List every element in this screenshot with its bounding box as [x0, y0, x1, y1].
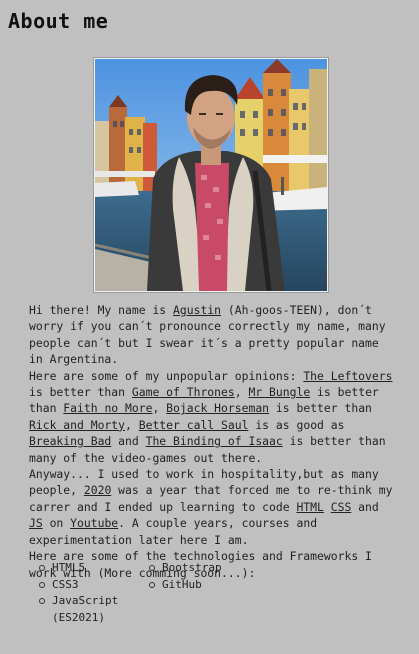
bio-text-segment: Here are some of my unpopular opinions:: [29, 368, 304, 383]
technologies-list: HTML5 CSS3 JavaScript (ES2021) Bootstrap…: [38, 560, 298, 626]
bio-paragraph-career: Anyway... I used to work in hospitality,…: [29, 466, 393, 548]
mr-bungle-link[interactable]: Mr Bungle: [248, 385, 310, 399]
bio-text-segment: is better than: [29, 385, 132, 400]
css-link[interactable]: CSS: [331, 500, 352, 514]
breaking-bad-link[interactable]: Breaking Bad: [29, 434, 111, 448]
youtube-link[interactable]: Youtube: [70, 516, 118, 530]
bio-paragraph-opinions: Here are some of my unpopular opinions: …: [29, 368, 393, 466]
bio-text-segment: is better than: [269, 401, 372, 416]
bio-text-segment: ,: [152, 401, 167, 416]
bio-text-segment: ,: [234, 385, 249, 400]
list-item: CSS3: [38, 577, 148, 594]
bio-paragraph-intro: Hi there! My name is Agustin (Ah-goos-TE…: [29, 302, 393, 368]
bio-text-segment: [324, 500, 331, 514]
bojack-horseman-link[interactable]: Bojack Horseman: [166, 401, 269, 415]
html-link[interactable]: HTML: [296, 500, 323, 514]
bio-text-segment: is as good as: [248, 417, 345, 432]
profile-photo: [94, 58, 328, 292]
profile-photo-image: [95, 59, 327, 291]
list-item: GitHub: [148, 577, 258, 594]
binding-of-isaac-link[interactable]: The Binding of Isaac: [146, 434, 283, 448]
bio-text-segment: and: [351, 499, 379, 514]
year-2020-link[interactable]: 2020: [84, 483, 111, 497]
game-of-thrones-link[interactable]: Game of Thrones: [132, 385, 235, 399]
rick-and-morty-link[interactable]: Rick and Morty: [29, 418, 125, 432]
about-page: About me Hi there! My name is Agustin (A…: [0, 0, 419, 654]
better-call-saul-link[interactable]: Better call Saul: [139, 418, 249, 432]
leftovers-link[interactable]: The Leftovers: [303, 369, 392, 383]
js-link[interactable]: JS: [29, 516, 43, 530]
page-title: About me: [8, 9, 109, 33]
faith-no-more-link[interactable]: Faith no More: [63, 401, 152, 415]
technologies-column-1: HTML5 CSS3 JavaScript (ES2021): [38, 560, 148, 626]
bio-text: Hi there! My name is Agustin (Ah-goos-TE…: [29, 302, 393, 581]
bio-text-segment: ,: [125, 417, 139, 432]
list-item: JavaScript (ES2021): [38, 593, 148, 626]
bio-text-segment: Hi there! My name is: [29, 303, 174, 317]
list-item: HTML5: [38, 560, 148, 577]
list-item: Bootstrap: [148, 560, 258, 577]
name-link[interactable]: Agustin: [173, 303, 221, 317]
technologies-column-2: Bootstrap GitHub: [148, 560, 258, 626]
bio-text-segment: and: [111, 434, 146, 449]
bio-text-segment: on: [42, 516, 71, 531]
